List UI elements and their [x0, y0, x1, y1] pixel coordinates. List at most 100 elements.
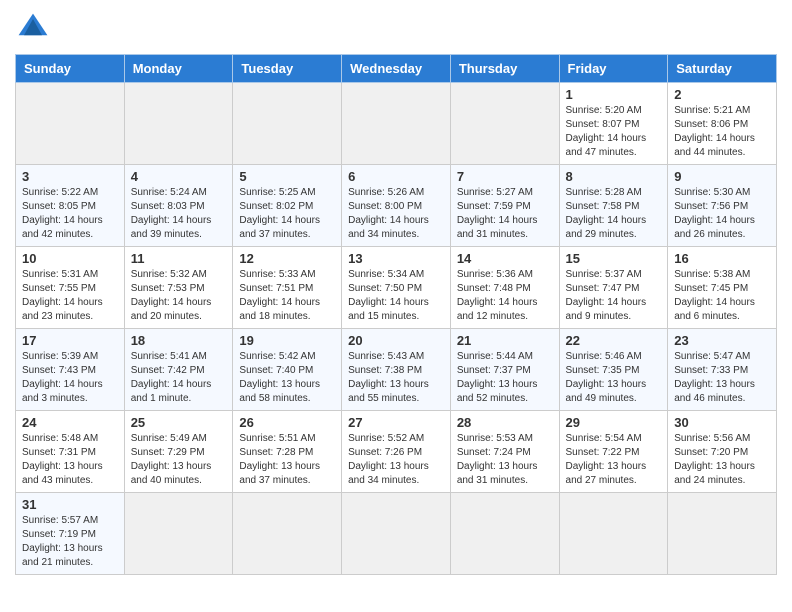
day-info: Sunrise: 5:30 AM Sunset: 7:56 PM Dayligh… [674, 186, 770, 242]
day-number: 25 [131, 415, 227, 430]
day-number: 6 [348, 169, 444, 184]
day-info: Sunrise: 5:48 AM Sunset: 7:31 PM Dayligh… [22, 432, 118, 488]
col-header-monday: Monday [124, 55, 233, 83]
calendar-cell: 31 Sunrise: 5:57 AM Sunset: 7:19 PM Dayli… [16, 493, 125, 575]
day-number: 17 [22, 333, 118, 348]
day-info: Sunrise: 5:20 AM Sunset: 8:07 PM Dayligh… [566, 104, 662, 160]
header-row: SundayMondayTuesdayWednesdayThursdayFrid… [16, 55, 777, 83]
day-number: 5 [239, 169, 335, 184]
calendar-cell: 27Sunrise: 5:52 AM Sunset: 7:26 PM Dayli… [342, 411, 451, 493]
calendar-cell [124, 83, 233, 165]
calendar-cell: 21 Sunrise: 5:44 AM Sunset: 7:37 PM Dayli… [450, 329, 559, 411]
calendar-cell [559, 493, 668, 575]
calendar-cell: 11Sunrise: 5:32 AM Sunset: 7:53 PM Dayli… [124, 247, 233, 329]
week-row-1: 3Sunrise: 5:22 AM Sunset: 8:05 PM Daylig… [16, 165, 777, 247]
day-info: Sunrise: 5:49 AM Sunset: 7:29 PM Dayligh… [131, 432, 227, 488]
day-info: Sunrise: 5:21 AM Sunset: 8:06 PM Dayligh… [674, 104, 770, 160]
col-header-thursday: Thursday [450, 55, 559, 83]
calendar-cell: 20 Sunrise: 5:43 AM Sunset: 7:38 PM Dayli… [342, 329, 451, 411]
calendar-cell [124, 493, 233, 575]
day-info: Sunrise: 5:41 AM Sunset: 7:42 PM Dayligh… [131, 350, 227, 406]
day-info: Sunrise: 5:27 AM Sunset: 7:59 PM Dayligh… [457, 186, 553, 242]
day-number: 3 [22, 169, 118, 184]
logo-icon [15, 10, 51, 46]
day-number: 16 [674, 251, 770, 266]
calendar-cell [233, 83, 342, 165]
day-number: 31 [22, 497, 118, 512]
calendar-cell: 30 Sunrise: 5:56 AM Sunset: 7:20 PM Dayli… [668, 411, 777, 493]
day-number: 8 [566, 169, 662, 184]
day-info: Sunrise: 5:54 AM Sunset: 7:22 PM Dayligh… [566, 432, 662, 488]
day-number: 30 [674, 415, 770, 430]
calendar-cell [233, 493, 342, 575]
calendar-cell: 5 Sunrise: 5:25 AM Sunset: 8:02 PM Daylig… [233, 165, 342, 247]
calendar-cell [450, 83, 559, 165]
day-info: Sunrise: 5:28 AM Sunset: 7:58 PM Dayligh… [566, 186, 662, 242]
week-row-5: 31 Sunrise: 5:57 AM Sunset: 7:19 PM Dayli… [16, 493, 777, 575]
day-info: Sunrise: 5:51 AM Sunset: 7:28 PM Dayligh… [239, 432, 335, 488]
calendar-cell: 19Sunrise: 5:42 AM Sunset: 7:40 PM Dayli… [233, 329, 342, 411]
calendar-cell: 9Sunrise: 5:30 AM Sunset: 7:56 PM Daylig… [668, 165, 777, 247]
day-number: 22 [566, 333, 662, 348]
calendar-cell: 23Sunrise: 5:47 AM Sunset: 7:33 PM Dayli… [668, 329, 777, 411]
day-info: Sunrise: 5:52 AM Sunset: 7:26 PM Dayligh… [348, 432, 444, 488]
day-info: Sunrise: 5:25 AM Sunset: 8:02 PM Dayligh… [239, 186, 335, 242]
calendar-cell: 12 Sunrise: 5:33 AM Sunset: 7:51 PM Dayli… [233, 247, 342, 329]
calendar-cell: 24 Sunrise: 5:48 AM Sunset: 7:31 PM Dayli… [16, 411, 125, 493]
day-number: 28 [457, 415, 553, 430]
week-row-2: 10 Sunrise: 5:31 AM Sunset: 7:55 PM Dayli… [16, 247, 777, 329]
calendar-cell: 14 Sunrise: 5:36 AM Sunset: 7:48 PM Dayli… [450, 247, 559, 329]
calendar-cell: 25 Sunrise: 5:49 AM Sunset: 7:29 PM Dayli… [124, 411, 233, 493]
calendar-cell [668, 493, 777, 575]
calendar-cell: 22Sunrise: 5:46 AM Sunset: 7:35 PM Dayli… [559, 329, 668, 411]
day-info: Sunrise: 5:33 AM Sunset: 7:51 PM Dayligh… [239, 268, 335, 324]
day-number: 4 [131, 169, 227, 184]
col-header-wednesday: Wednesday [342, 55, 451, 83]
day-number: 1 [566, 87, 662, 102]
day-info: Sunrise: 5:53 AM Sunset: 7:24 PM Dayligh… [457, 432, 553, 488]
day-number: 29 [566, 415, 662, 430]
week-row-3: 17 Sunrise: 5:39 AM Sunset: 7:43 PM Dayli… [16, 329, 777, 411]
calendar-cell [16, 83, 125, 165]
day-info: Sunrise: 5:31 AM Sunset: 7:55 PM Dayligh… [22, 268, 118, 324]
day-number: 11 [131, 251, 227, 266]
col-header-tuesday: Tuesday [233, 55, 342, 83]
calendar-cell: 6Sunrise: 5:26 AM Sunset: 8:00 PM Daylig… [342, 165, 451, 247]
day-info: Sunrise: 5:57 AM Sunset: 7:19 PM Dayligh… [22, 514, 118, 570]
day-info: Sunrise: 5:44 AM Sunset: 7:37 PM Dayligh… [457, 350, 553, 406]
day-number: 15 [566, 251, 662, 266]
day-number: 24 [22, 415, 118, 430]
calendar-cell: 7Sunrise: 5:27 AM Sunset: 7:59 PM Daylig… [450, 165, 559, 247]
day-info: Sunrise: 5:56 AM Sunset: 7:20 PM Dayligh… [674, 432, 770, 488]
calendar-cell: 8 Sunrise: 5:28 AM Sunset: 7:58 PM Daylig… [559, 165, 668, 247]
day-number: 21 [457, 333, 553, 348]
calendar-cell: 15Sunrise: 5:37 AM Sunset: 7:47 PM Dayli… [559, 247, 668, 329]
day-number: 14 [457, 251, 553, 266]
day-info: Sunrise: 5:42 AM Sunset: 7:40 PM Dayligh… [239, 350, 335, 406]
header [15, 10, 777, 46]
calendar-cell: 16 Sunrise: 5:38 AM Sunset: 7:45 PM Dayli… [668, 247, 777, 329]
logo [15, 10, 55, 46]
calendar-cell: 28 Sunrise: 5:53 AM Sunset: 7:24 PM Dayli… [450, 411, 559, 493]
day-info: Sunrise: 5:39 AM Sunset: 7:43 PM Dayligh… [22, 350, 118, 406]
col-header-sunday: Sunday [16, 55, 125, 83]
calendar-cell: 10 Sunrise: 5:31 AM Sunset: 7:55 PM Dayli… [16, 247, 125, 329]
col-header-saturday: Saturday [668, 55, 777, 83]
calendar-cell: 26 Sunrise: 5:51 AM Sunset: 7:28 PM Dayli… [233, 411, 342, 493]
day-number: 26 [239, 415, 335, 430]
day-number: 12 [239, 251, 335, 266]
col-header-friday: Friday [559, 55, 668, 83]
calendar-cell [342, 493, 451, 575]
day-number: 20 [348, 333, 444, 348]
calendar-cell: 29 Sunrise: 5:54 AM Sunset: 7:22 PM Dayli… [559, 411, 668, 493]
calendar-cell: 2 Sunrise: 5:21 AM Sunset: 8:06 PM Daylig… [668, 83, 777, 165]
calendar-cell: 3Sunrise: 5:22 AM Sunset: 8:05 PM Daylig… [16, 165, 125, 247]
day-info: Sunrise: 5:38 AM Sunset: 7:45 PM Dayligh… [674, 268, 770, 324]
day-info: Sunrise: 5:36 AM Sunset: 7:48 PM Dayligh… [457, 268, 553, 324]
week-row-4: 24 Sunrise: 5:48 AM Sunset: 7:31 PM Dayli… [16, 411, 777, 493]
day-info: Sunrise: 5:43 AM Sunset: 7:38 PM Dayligh… [348, 350, 444, 406]
week-row-0: 1 Sunrise: 5:20 AM Sunset: 8:07 PM Daylig… [16, 83, 777, 165]
day-number: 10 [22, 251, 118, 266]
calendar-cell: 1 Sunrise: 5:20 AM Sunset: 8:07 PM Daylig… [559, 83, 668, 165]
day-number: 2 [674, 87, 770, 102]
